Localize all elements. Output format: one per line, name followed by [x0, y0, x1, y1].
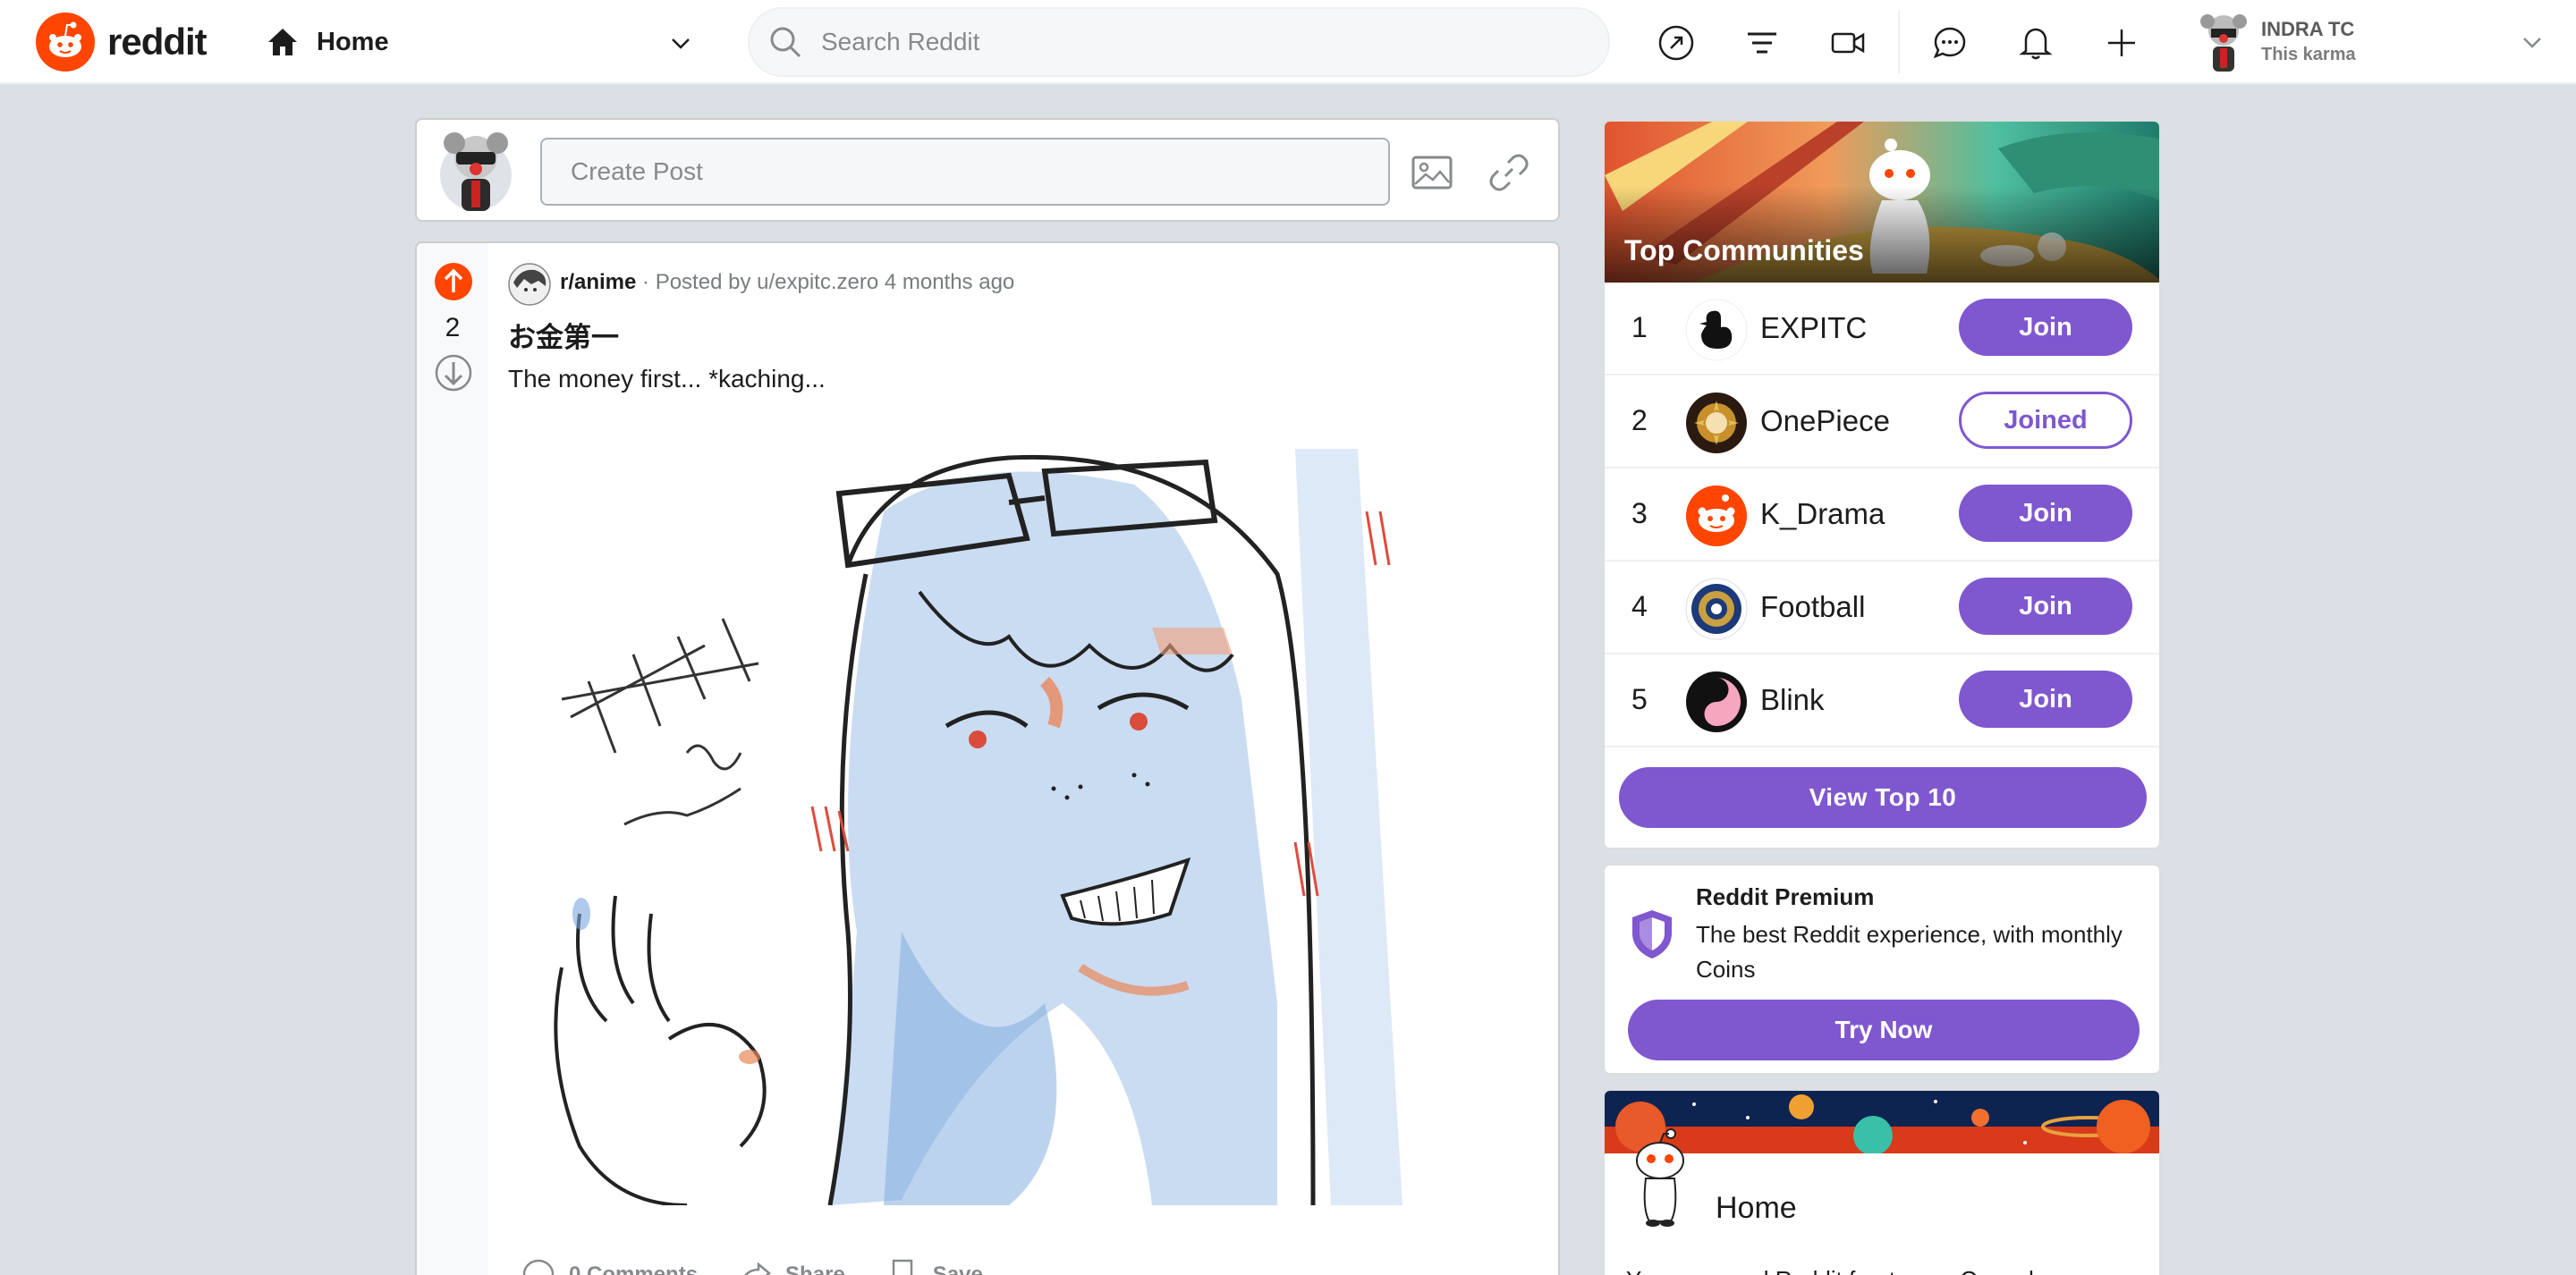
community-rank: 5: [1631, 683, 1648, 715]
share-button[interactable]: Share: [737, 1257, 845, 1275]
search-icon: [770, 27, 801, 58]
share-icon: [744, 1262, 771, 1275]
header-divider: [1898, 11, 1900, 73]
community-row[interactable]: 5 Blink Join: [1605, 654, 2159, 747]
vote-bar: 2: [417, 243, 488, 1275]
create-post-card: [415, 118, 1560, 222]
subreddit-link[interactable]: r/anime: [560, 270, 636, 294]
home-card-description: Your personal Reddit frontpage. Come her…: [1626, 1266, 2075, 1275]
community-avatar: [1686, 486, 1747, 546]
community-rank: 4: [1631, 590, 1648, 622]
save-label: Save: [932, 1262, 983, 1275]
top-header: reddit Home Search Reddit INDRA TC This …: [0, 0, 2576, 84]
user-name: INDRA TC: [2261, 18, 2355, 40]
home-card: Home Your personal Reddit frontpage. Com…: [1603, 1089, 2161, 1275]
post-body: The money first... *kaching...: [508, 365, 826, 393]
community-avatar: [1686, 393, 1747, 453]
save-button[interactable]: Save: [885, 1257, 983, 1275]
joined-button[interactable]: Joined: [1959, 392, 2132, 449]
community-row[interactable]: 1 EXPITC Join: [1605, 283, 2159, 376]
community-avatar: [1685, 299, 1748, 361]
post-title[interactable]: お金第一: [508, 315, 619, 355]
popular-icon[interactable]: [1657, 23, 1696, 63]
share-label: Share: [785, 1262, 845, 1275]
feed-selector-dropdown[interactable]: Home: [265, 18, 694, 66]
try-now-button[interactable]: Try Now: [1628, 1000, 2140, 1060]
all-filter-icon[interactable]: [1742, 23, 1782, 63]
premium-description: The best Reddit experience, with monthly…: [1696, 921, 2123, 983]
community-rank: 3: [1631, 497, 1648, 529]
community-avatar: [1685, 578, 1748, 640]
image-upload-icon[interactable]: [1410, 150, 1454, 195]
chat-icon[interactable]: [1930, 23, 1970, 63]
join-button[interactable]: Join: [1959, 485, 2132, 542]
user-menu-dropdown[interactable]: INDRA TC This karma: [2197, 9, 2546, 75]
post-actions: 0 Comments Share Save: [521, 1257, 983, 1275]
home-card-title: Home: [1716, 1191, 1797, 1225]
join-button[interactable]: Join: [1959, 671, 2132, 728]
upvote-arrow-icon[interactable]: [435, 263, 472, 300]
top-communities-title: Top Communities: [1624, 234, 1864, 266]
join-button[interactable]: Join: [1959, 299, 2132, 356]
vote-count: 2: [445, 313, 461, 342]
logo-wordmark: reddit: [107, 21, 208, 63]
feed-selector-label: Home: [317, 27, 389, 56]
search-input[interactable]: [821, 28, 1555, 56]
community-rank: 2: [1631, 404, 1648, 436]
notification-bell-icon[interactable]: [2016, 23, 2055, 63]
top-communities-card: Top Communities 1 EXPITC Join 2 OnePiece…: [1603, 120, 2161, 849]
post-image-sketch[interactable]: [508, 431, 1499, 1205]
video-icon[interactable]: [1828, 23, 1868, 63]
premium-title: Reddit Premium: [1696, 883, 1875, 910]
post-card[interactable]: 2 r/anime · Posted by u/expitc.zero 4 mo…: [415, 241, 1560, 1275]
community-name: Blink: [1760, 683, 1825, 716]
community-row[interactable]: 2 OnePiece Joined: [1605, 376, 2159, 469]
downvote-arrow-icon[interactable]: [435, 354, 472, 392]
community-avatar: [1686, 671, 1747, 732]
community-name: OnePiece: [1760, 404, 1890, 437]
user-avatar[interactable]: [433, 120, 519, 218]
search-bar[interactable]: [748, 7, 1610, 77]
create-post-plus-icon[interactable]: [2102, 23, 2141, 63]
subreddit-avatar[interactable]: [508, 263, 551, 306]
user-karma: This karma: [2261, 45, 2356, 64]
chevron-down-icon: [2523, 38, 2541, 48]
community-name: Football: [1760, 590, 1866, 623]
bookmark-icon: [892, 1259, 912, 1275]
community-rank: 1: [1631, 311, 1648, 343]
snoo-mascot-icon: [1636, 1128, 1684, 1227]
reddit-premium-card: Reddit Premium The best Reddit experienc…: [1603, 864, 2161, 1075]
comments-label: 0 Comments: [569, 1262, 699, 1275]
reddit-logo[interactable]: reddit: [36, 13, 208, 72]
user-avatar: [2200, 14, 2247, 72]
join-button[interactable]: Join: [1959, 578, 2132, 635]
post-meta: r/anime · Posted by u/expitc.zero 4 mont…: [560, 270, 1014, 295]
post-author-time: · Posted by u/expitc.zero 4 months ago: [636, 270, 1015, 294]
community-name: K_Drama: [1760, 497, 1885, 530]
create-post-input[interactable]: [540, 138, 1390, 206]
chevron-down-icon: [672, 38, 690, 49]
link-icon[interactable]: [1487, 150, 1531, 195]
view-top-10-button[interactable]: View Top 10: [1619, 767, 2147, 828]
home-icon: [268, 29, 297, 55]
community-name: EXPITC: [1760, 311, 1868, 344]
community-row[interactable]: 4 Football Join: [1605, 562, 2159, 654]
comment-icon: [522, 1259, 555, 1275]
premium-shield-icon: [1632, 910, 1672, 958]
comments-button[interactable]: 0 Comments: [521, 1257, 698, 1275]
reddit-logo-icon: [36, 13, 95, 72]
community-row[interactable]: 3 K_Drama Join: [1605, 469, 2159, 562]
